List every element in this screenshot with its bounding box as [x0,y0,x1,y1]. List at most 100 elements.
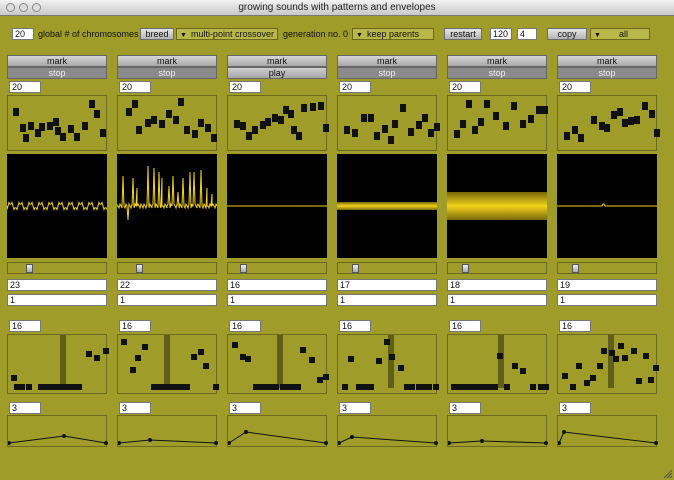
envelope-grid[interactable] [447,334,549,394]
pattern-grid[interactable] [337,95,440,151]
envelope-point[interactable] [117,441,121,445]
pattern-cell[interactable] [572,126,578,134]
envelope-point[interactable] [337,441,341,445]
envelope-cell[interactable] [497,353,503,359]
envelope-cell[interactable] [342,384,348,390]
pattern-cell[interactable] [198,119,204,127]
envelope-count-input[interactable]: 16 [559,320,591,332]
envelope-cell[interactable] [26,384,32,390]
pattern-cell[interactable] [472,126,478,134]
envelope-cell[interactable] [203,363,209,369]
shape-count-input[interactable]: 3 [229,402,261,414]
envelope-cell[interactable] [597,363,603,369]
play-button[interactable]: play [227,67,327,79]
shape-count-input[interactable]: 3 [9,402,41,414]
pattern-cell[interactable] [318,102,324,110]
pattern-cell[interactable] [151,116,157,124]
amplitude-envelope[interactable] [557,415,658,447]
amplitude-envelope[interactable] [7,415,108,447]
pattern-cell[interactable] [100,129,106,137]
pattern-cell[interactable] [20,124,26,132]
amplitude-envelope[interactable] [447,415,548,447]
envelope-cell[interactable] [648,377,654,383]
envelope-cell[interactable] [368,384,374,390]
position-slider[interactable] [447,262,547,274]
value-field-2[interactable]: 1 [557,294,657,306]
pattern-cell[interactable] [493,112,499,120]
pattern-cell[interactable] [460,120,466,128]
amplitude-envelope[interactable] [227,415,328,447]
envelope-point[interactable] [104,441,108,445]
shape-count-input[interactable]: 3 [449,402,481,414]
copy-button[interactable]: copy [547,28,587,40]
envelope-cell[interactable] [121,339,127,345]
envelope-cell[interactable] [232,342,238,348]
resize-grip-icon[interactable] [662,468,672,478]
mark-button[interactable]: mark [117,55,217,67]
position-slider[interactable] [7,262,107,274]
stop-button[interactable]: stop [7,67,107,79]
envelope-cell[interactable] [384,339,390,345]
pattern-cell[interactable] [466,100,472,108]
pattern-cell[interactable] [382,125,388,133]
mark-button[interactable]: mark [447,55,547,67]
envelope-cell[interactable] [273,384,279,390]
pattern-cell[interactable] [408,128,414,136]
pattern-cell[interactable] [368,114,374,122]
pattern-cell[interactable] [564,132,570,140]
envelope-grid[interactable] [227,334,329,394]
envelope-cell[interactable] [135,355,141,361]
envelope-point[interactable] [544,441,548,445]
envelope-cell[interactable] [348,356,354,362]
pattern-count-input[interactable]: 20 [9,81,41,93]
stop-button[interactable]: stop [557,67,657,79]
copy-target-dropdown[interactable]: ▼ all [590,28,650,40]
slider-thumb[interactable] [572,264,579,273]
envelope-cell[interactable] [245,356,251,362]
pattern-cell[interactable] [352,129,358,137]
pattern-cell[interactable] [89,100,95,108]
envelope-cell[interactable] [613,356,619,362]
pattern-cell[interactable] [173,116,179,124]
value-a-input[interactable]: 120 [490,28,512,40]
envelope-cell[interactable] [576,363,582,369]
pattern-cell[interactable] [422,114,428,122]
pattern-cell[interactable] [178,98,184,106]
pattern-cell[interactable] [159,120,165,128]
envelope-count-input[interactable]: 16 [449,320,481,332]
pattern-cell[interactable] [82,122,88,130]
restart-button[interactable]: restart [444,28,482,40]
envelope-cell[interactable] [570,384,576,390]
envelope-cell[interactable] [19,384,25,390]
envelope-cell[interactable] [198,349,204,355]
pattern-cell[interactable] [434,123,440,131]
pattern-cell[interactable] [484,100,490,108]
envelope-cell[interactable] [376,358,382,364]
envelope-cell[interactable] [433,384,439,390]
envelope-point[interactable] [654,441,658,445]
value-field-1[interactable]: 17 [337,279,437,291]
envelope-point[interactable] [214,441,218,445]
envelope-count-input[interactable]: 16 [339,320,371,332]
pattern-cell[interactable] [542,106,548,114]
stop-button[interactable]: stop [117,67,217,79]
pattern-count-input[interactable]: 20 [229,81,261,93]
slider-thumb[interactable] [462,264,469,273]
envelope-cell[interactable] [389,354,395,360]
slider-thumb[interactable] [352,264,359,273]
envelope-point[interactable] [324,441,328,445]
value-field-1[interactable]: 19 [557,279,657,291]
pattern-cell[interactable] [166,110,172,118]
pattern-cell[interactable] [344,126,350,134]
value-b-input[interactable]: 4 [517,28,537,40]
pattern-cell[interactable] [39,123,45,131]
chromosomes-input[interactable]: 20 [12,28,34,40]
envelope-grid[interactable] [337,334,439,394]
envelope-cell[interactable] [622,355,628,361]
pattern-cell[interactable] [361,114,367,122]
envelope-cell[interactable] [398,365,404,371]
envelope-cell[interactable] [103,348,109,354]
envelope-point[interactable] [148,438,152,442]
value-field-2[interactable]: 1 [227,294,327,306]
pattern-cell[interactable] [184,126,190,134]
